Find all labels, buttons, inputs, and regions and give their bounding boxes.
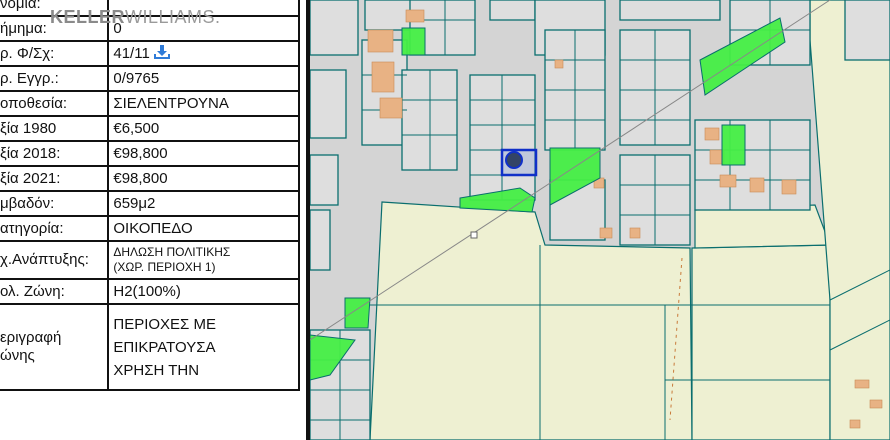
building xyxy=(367,29,394,53)
value-line: (ΧΩΡ. ΠΕΡΙΟΧΗ 1) xyxy=(113,260,216,274)
building xyxy=(704,127,720,141)
green-zone xyxy=(401,27,426,56)
table-row: χ.Ανάπτυξης: ΔΗΛΩΣΗ ΠΟΛΙΤΙΚΗΣ (ΧΩΡ. ΠΕΡΙΟ… xyxy=(0,240,300,280)
building xyxy=(849,419,861,429)
row-label: ξία 1980 xyxy=(0,115,110,142)
green-zone xyxy=(344,297,371,329)
table-row: μβαδόν: 659μ2 xyxy=(0,190,300,217)
row-label: ξία 2021: xyxy=(0,165,110,192)
table-row: νομία: xyxy=(0,0,300,17)
building xyxy=(379,97,403,119)
table-row: ολ. Ζώνη: H2(100%) xyxy=(0,278,300,305)
parcel-info-table: νομία: ήμημα: 0 ρ. Φ/Σχ: 41/11 ρ. Εγγρ.:… xyxy=(0,0,300,391)
row-value: H2(100%) xyxy=(107,278,300,305)
download-icon[interactable] xyxy=(153,44,170,59)
building xyxy=(599,227,613,239)
row-label: ρ. Εγγρ.: xyxy=(0,65,110,92)
row-value: 0 xyxy=(107,15,300,42)
table-row: ξία 1980 €6,500 xyxy=(0,115,300,142)
measure-vertex-handle[interactable] xyxy=(470,231,478,239)
row-value: ΣΙΕΛΕΝΤΡΟΥΝΑ xyxy=(107,90,300,117)
row-value: €98,800 xyxy=(107,165,300,192)
building xyxy=(781,179,797,195)
location-marker-icon[interactable] xyxy=(505,151,523,169)
row-label: ολ. Ζώνη: xyxy=(0,278,110,305)
block xyxy=(310,209,331,271)
value-line: ΠΕΡΙΟΧΕΣ ΜΕ xyxy=(113,315,216,333)
block xyxy=(844,0,890,61)
parcel-info-panel: νομία: ήμημα: 0 ρ. Φ/Σχ: 41/11 ρ. Εγγρ.:… xyxy=(0,0,310,440)
building xyxy=(854,379,870,389)
row-label: ξία 2018: xyxy=(0,140,110,167)
table-row: ξία 2021: €98,800 xyxy=(0,165,300,192)
row-value: €6,500 xyxy=(107,115,300,142)
green-zone xyxy=(721,124,746,166)
block xyxy=(489,0,536,21)
row-value: €98,800 xyxy=(107,140,300,167)
row-label: ρ. Φ/Σχ: xyxy=(0,40,110,67)
cadastral-map[interactable] xyxy=(310,0,890,440)
row-label: χ.Ανάπτυξης: xyxy=(0,240,110,280)
row-value: 659μ2 xyxy=(107,190,300,217)
row-value: ΔΗΛΩΣΗ ΠΟΛΙΤΙΚΗΣ (ΧΩΡ. ΠΕΡΙΟΧΗ 1) xyxy=(107,240,300,280)
label-line: ώνης xyxy=(0,347,35,364)
block xyxy=(310,0,359,56)
row-label: οποθεσία: xyxy=(0,90,110,117)
field-area xyxy=(694,204,831,249)
row-label: μβαδόν: xyxy=(0,190,110,217)
block xyxy=(310,154,339,206)
block xyxy=(619,0,721,21)
table-row: ήμημα: 0 xyxy=(0,15,300,42)
row-label: εριγραφή ώνης xyxy=(0,303,110,391)
table-row: οποθεσία: ΣΙΕΛΕΝΤΡΟΥΝΑ xyxy=(0,90,300,117)
table-row: εριγραφή ώνης ΠΕΡΙΟΧΕΣ ΜΕ ΕΠΙΚΡΑΤΟΥΣΑ ΧΡΗΣΗ… xyxy=(0,303,300,391)
table-row: ατηγορία: ΟΙΚΟΠΕΔΟ xyxy=(0,215,300,242)
row-value: ΠΕΡΙΟΧΕΣ ΜΕ ΕΠΙΚΡΑΤΟΥΣΑ ΧΡΗΣΗ ΤΗΝ xyxy=(107,303,300,391)
label-line: εριγραφή xyxy=(0,329,62,346)
map-canvas[interactable] xyxy=(310,0,890,440)
building xyxy=(405,9,425,23)
value-line: ΧΡΗΣΗ ΤΗΝ xyxy=(113,361,200,379)
building xyxy=(719,174,737,188)
sheet-plan-cell: 41/11 xyxy=(107,40,300,67)
building xyxy=(749,177,765,193)
building xyxy=(554,59,564,69)
sheet-plan-value: 41/11 xyxy=(113,44,150,62)
row-value: 0/9765 xyxy=(107,65,300,92)
building xyxy=(869,399,883,409)
row-label: ήμημα: xyxy=(0,15,110,42)
row-label: ατηγορία: xyxy=(0,215,110,242)
row-value: ΟΙΚΟΠΕΔΟ xyxy=(107,215,300,242)
building xyxy=(371,61,395,93)
block xyxy=(310,69,347,139)
row-label: νομία: xyxy=(0,0,110,17)
field-area xyxy=(691,244,831,440)
value-line: ΔΗΛΩΣΗ ΠΟΛΙΤΙΚΗΣ xyxy=(113,245,231,259)
value-line: ΕΠΙΚΡΑΤΟΥΣΑ xyxy=(113,338,216,356)
block xyxy=(361,39,408,146)
row-value xyxy=(107,0,300,17)
table-row: ξία 2018: €98,800 xyxy=(0,140,300,167)
building xyxy=(629,227,641,239)
table-row: ρ. Φ/Σχ: 41/11 xyxy=(0,40,300,67)
table-row: ρ. Εγγρ.: 0/9765 xyxy=(0,65,300,92)
